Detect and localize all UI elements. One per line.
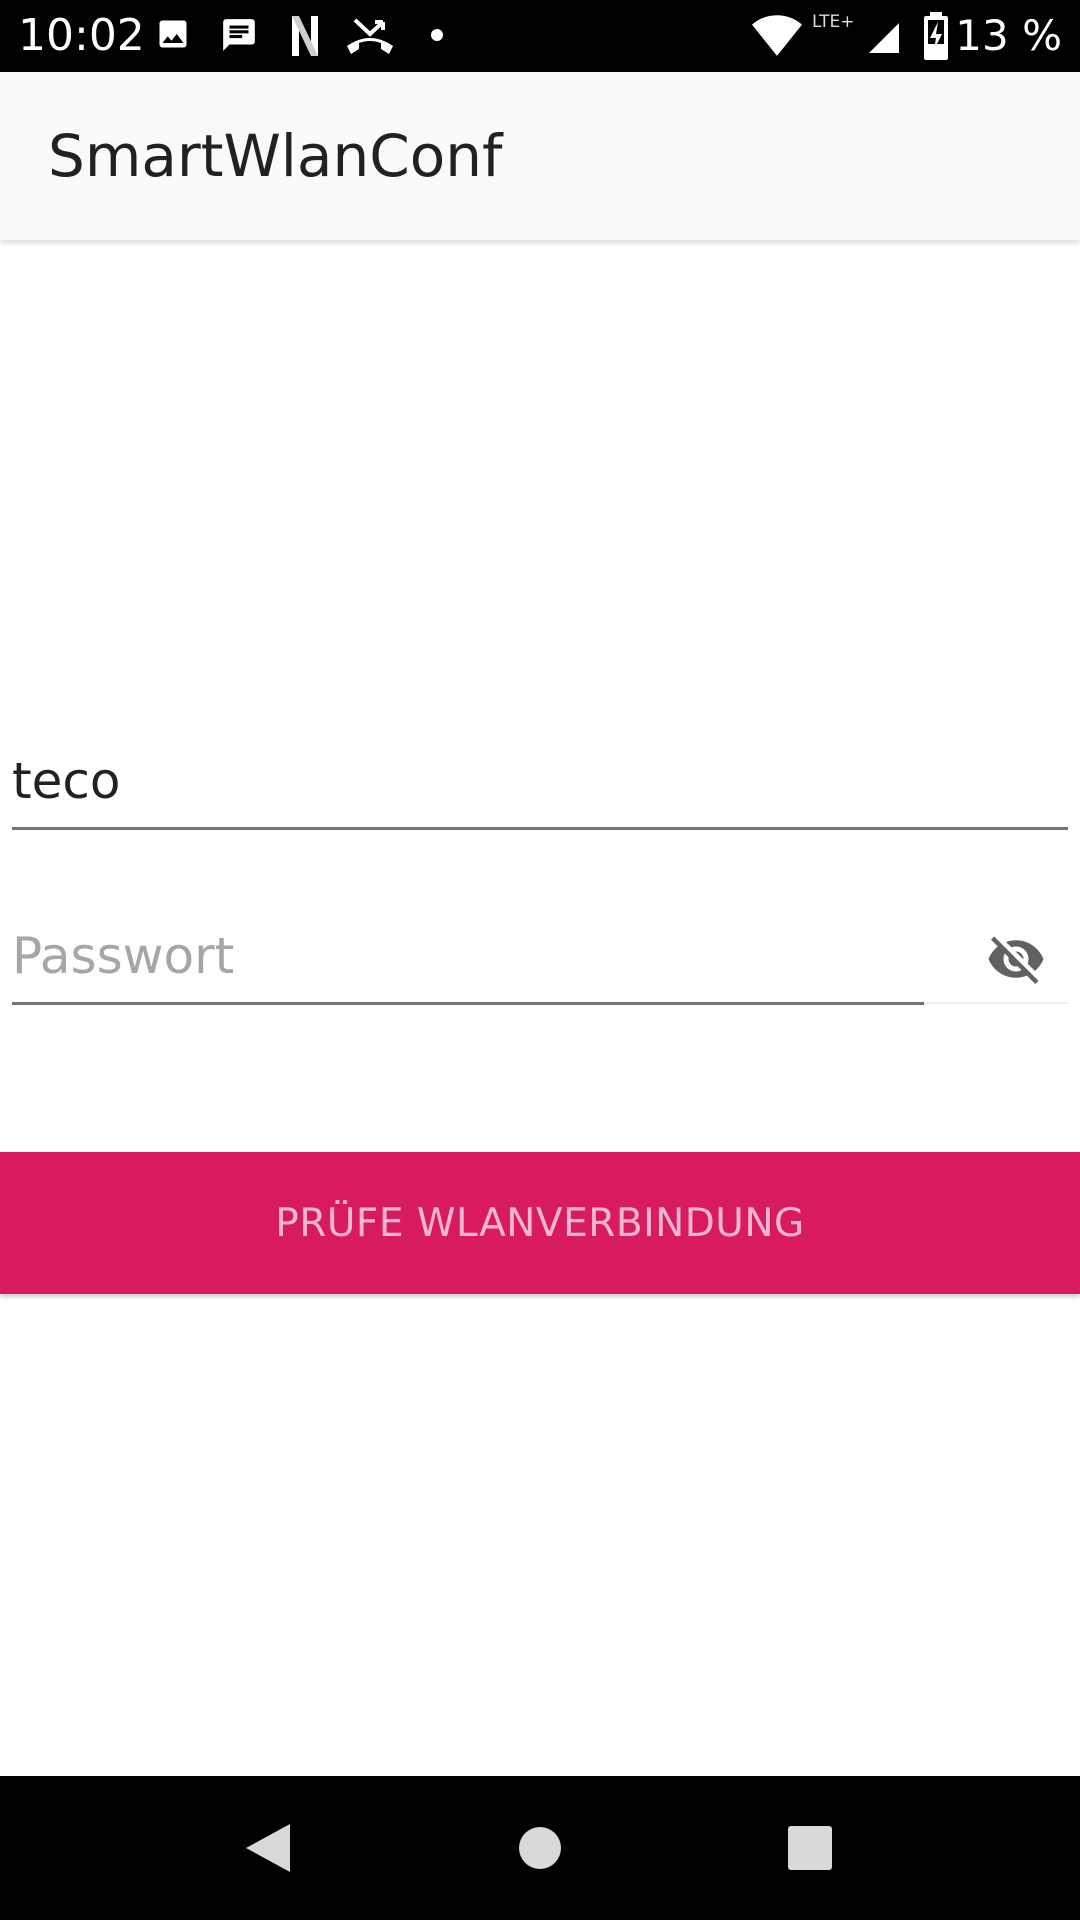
message-icon bbox=[220, 16, 258, 59]
eye-off-icon bbox=[982, 929, 1050, 994]
password-underline-rest bbox=[924, 1002, 1068, 1004]
status-time: 10:02 bbox=[18, 10, 145, 61]
password-placeholder: Passwort bbox=[12, 927, 235, 985]
check-wifi-button-label: PRÜFE WLANVERBINDUNG bbox=[275, 1200, 805, 1246]
app-bar: SmartWlanConf bbox=[0, 72, 1080, 240]
password-field[interactable]: Passwort bbox=[12, 916, 1068, 1006]
ssid-underline bbox=[12, 827, 1068, 830]
ssid-value: teco bbox=[12, 752, 121, 810]
missed-call-icon bbox=[345, 16, 395, 61]
navigation-bar bbox=[0, 1776, 1080, 1920]
ssid-field[interactable]: teco bbox=[12, 745, 1068, 831]
battery-charging-icon bbox=[922, 12, 950, 65]
home-button[interactable] bbox=[500, 1810, 580, 1890]
image-icon bbox=[155, 16, 191, 57]
password-visibility-toggle[interactable] bbox=[970, 922, 1062, 1000]
netflix-icon bbox=[290, 16, 320, 61]
signal-icon bbox=[866, 20, 902, 61]
status-bar: 10:02 LTE+ 13 % bbox=[0, 0, 1080, 72]
network-type: LTE+ bbox=[812, 12, 855, 32]
wifi-icon bbox=[752, 14, 802, 61]
app-title: SmartWlanConf bbox=[48, 122, 503, 190]
back-button[interactable] bbox=[228, 1810, 308, 1890]
recents-button[interactable] bbox=[770, 1810, 850, 1890]
check-wifi-button[interactable]: PRÜFE WLANVERBINDUNG bbox=[0, 1152, 1080, 1294]
battery-percent: 13 % bbox=[955, 11, 1062, 60]
screen: 10:02 LTE+ 13 % SmartWlanConf teco Passw… bbox=[0, 0, 1080, 1920]
home-icon bbox=[517, 1825, 563, 1876]
dot-icon bbox=[430, 28, 444, 47]
content: teco Passwort PRÜFE WLANVERBINDUNG bbox=[0, 240, 1080, 1776]
recents-icon bbox=[787, 1825, 833, 1876]
password-underline bbox=[12, 1002, 924, 1005]
back-icon bbox=[244, 1822, 292, 1879]
